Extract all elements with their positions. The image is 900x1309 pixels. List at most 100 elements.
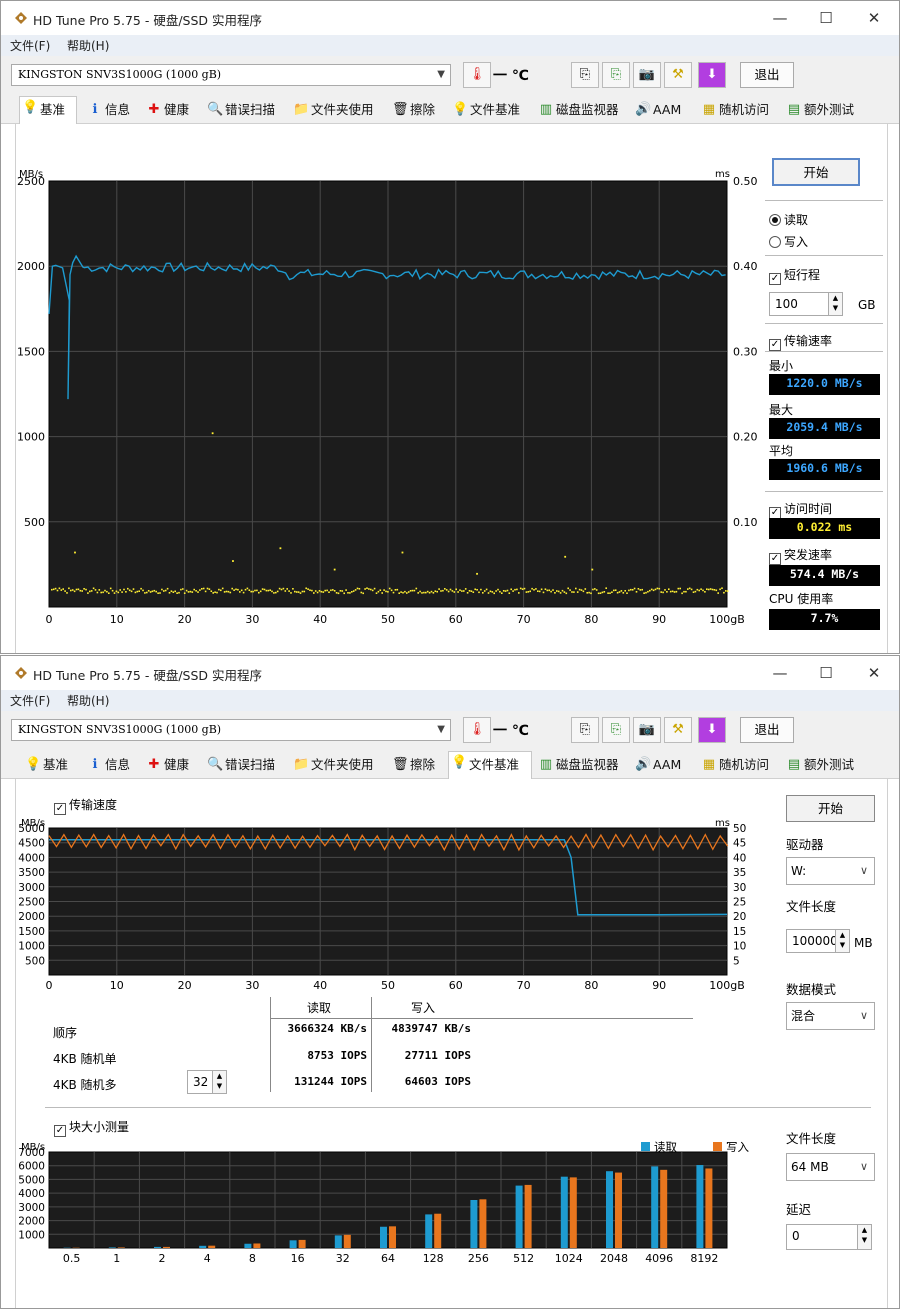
- spinner-icon[interactable]: ▲ ▼: [857, 1225, 871, 1249]
- burst-rate-checkbox[interactable]: ✓ 突发速率: [769, 546, 832, 565]
- tab-health[interactable]: ✚ 健康: [144, 754, 189, 778]
- tab-aam[interactable]: 🔊 AAM: [633, 754, 681, 778]
- exit-button[interactable]: 退出: [740, 717, 794, 743]
- queue-depth-input[interactable]: 32 ▲ ▼: [187, 1070, 227, 1094]
- options-button[interactable]: ⚒: [664, 717, 692, 743]
- exit-button[interactable]: 退出: [740, 62, 794, 88]
- tab-label: 磁盘监视器: [556, 102, 619, 117]
- access-time-point: [60, 589, 63, 591]
- download-button[interactable]: ⬇: [698, 62, 726, 88]
- y2-axis-label: ms: [715, 818, 730, 829]
- delay-input[interactable]: 0 ▲ ▼: [786, 1224, 872, 1250]
- tab-file-benchmark[interactable]: 💡 文件基准: [448, 751, 532, 779]
- access-time-point: [537, 590, 539, 592]
- tab-aam[interactable]: 🔊 AAM: [633, 99, 681, 123]
- drive-select[interactable]: KINGSTON SNV3S1000G (1000 gB) ▼: [11, 719, 451, 741]
- menu-file[interactable]: 文件(F): [10, 692, 50, 709]
- maximize-button[interactable]: ☐: [811, 662, 841, 684]
- spinner-icon[interactable]: ▲ ▼: [835, 930, 849, 952]
- temperature-button[interactable]: 🌡: [463, 62, 491, 88]
- access-time-point: [461, 590, 463, 592]
- data-mode-select[interactable]: 混合 ∨: [786, 1002, 875, 1030]
- legend-read-label: 读取: [654, 1140, 677, 1154]
- tab-random-access[interactable]: ▦ 随机访问: [699, 99, 769, 123]
- download-button[interactable]: ⬇: [698, 717, 726, 743]
- access-time-point: [626, 592, 628, 594]
- block-file-length-select[interactable]: 64 MB ∨: [786, 1153, 875, 1181]
- y2-tick-label: 0.30: [733, 345, 758, 358]
- copy-info-button[interactable]: ⎘: [571, 62, 599, 88]
- short-stroke-input[interactable]: 100 ▲ ▼: [769, 292, 843, 316]
- access-time-point: [639, 589, 642, 591]
- read-radio[interactable]: 读取: [769, 211, 808, 228]
- access-time-point: [717, 592, 719, 594]
- tab-benchmark[interactable]: 💡 基准: [23, 754, 68, 778]
- maximize-button[interactable]: ☐: [811, 7, 841, 29]
- tab-folder-usage[interactable]: 📁 文件夹使用: [291, 99, 374, 123]
- tab-erase[interactable]: 🗑 擦除: [390, 754, 435, 778]
- close-button[interactable]: ✕: [859, 662, 889, 684]
- screenshot-button[interactable]: 📷: [633, 62, 661, 88]
- tab-erase[interactable]: 🗑 擦除: [390, 99, 435, 123]
- access-time-point: [134, 591, 137, 594]
- access-time-point: [210, 590, 213, 592]
- tab-benchmark[interactable]: 💡 基准: [19, 96, 77, 124]
- trash-icon: 🗑: [392, 102, 409, 117]
- menu-help[interactable]: 帮助(H): [67, 37, 109, 54]
- close-button[interactable]: ✕: [859, 7, 889, 29]
- tab-folder-usage[interactable]: 📁 文件夹使用: [291, 754, 374, 778]
- tab-health[interactable]: ✚ 健康: [144, 99, 189, 123]
- copy-info-button[interactable]: ⎘: [571, 717, 599, 743]
- access-time-point: [385, 590, 387, 593]
- minimize-button[interactable]: —: [765, 662, 795, 684]
- temperature-button[interactable]: 🌡: [463, 717, 491, 743]
- access-time-point: [242, 591, 245, 594]
- write-radio[interactable]: 写入: [769, 233, 808, 250]
- spinner-icon[interactable]: ▲ ▼: [212, 1071, 226, 1093]
- tab-error-scan[interactable]: 🔍 错误扫描: [205, 99, 275, 123]
- tab-random-access[interactable]: ▦ 随机访问: [699, 754, 769, 778]
- copy-results-button[interactable]: ⎘: [602, 62, 630, 88]
- spinner-icon[interactable]: ▲ ▼: [828, 293, 842, 315]
- tab-info[interactable]: ℹ 信息: [85, 99, 131, 123]
- access-time-point: [109, 587, 112, 590]
- start-button[interactable]: 开始: [786, 795, 875, 822]
- access-time-point: [611, 591, 613, 593]
- minimize-button[interactable]: —: [765, 7, 795, 29]
- tab-disk-monitor[interactable]: ▥ 磁盘监视器: [536, 754, 619, 778]
- options-button[interactable]: ⚒: [664, 62, 692, 88]
- drive-select[interactable]: KINGSTON SNV3S1000G (1000 gB) ▼: [11, 64, 451, 86]
- menu-help[interactable]: 帮助(H): [67, 692, 109, 709]
- tab-error-scan[interactable]: 🔍 错误扫描: [205, 754, 275, 778]
- access-time-point: [212, 592, 214, 594]
- screenshot-button[interactable]: 📷: [633, 717, 661, 743]
- tab-extra-tests[interactable]: ▤ 额外测试: [784, 754, 854, 778]
- copy-results-button[interactable]: ⎘: [602, 717, 630, 743]
- tab-disk-monitor[interactable]: ▥ 磁盘监视器: [536, 99, 619, 123]
- file-length-input[interactable]: 100000 ▲ ▼: [786, 929, 850, 953]
- access-time-point: [347, 592, 349, 594]
- access-time-point: [662, 591, 664, 594]
- block-size-checkbox[interactable]: ✓ 块大小测量: [54, 1118, 129, 1137]
- menu-file[interactable]: 文件(F): [10, 37, 50, 54]
- tab-label: 错误扫描: [225, 757, 276, 772]
- drive-letter-select[interactable]: W: ∨: [786, 857, 875, 885]
- file-length-label: 文件长度: [786, 899, 837, 914]
- tab-info[interactable]: ℹ 信息: [85, 754, 131, 778]
- access-time-point: [140, 587, 142, 590]
- access-time-point: [106, 590, 108, 593]
- access-time-point: [244, 588, 247, 591]
- access-time-point: [92, 587, 95, 590]
- access-time-point: [605, 587, 607, 589]
- access-time-point: [161, 588, 163, 591]
- transfer-speed-checkbox[interactable]: ✓ 传输速度: [54, 796, 117, 815]
- transfer-rate-checkbox[interactable]: ✓ 传输速率: [769, 332, 832, 351]
- access-time-checkbox[interactable]: ✓ 访问时间: [769, 500, 832, 519]
- tab-file-benchmark[interactable]: 💡 文件基准: [450, 99, 520, 123]
- access-time-point: [542, 591, 545, 594]
- start-button[interactable]: 开始: [772, 158, 860, 186]
- access-time-point: [584, 588, 587, 590]
- tab-extra-tests[interactable]: ▤ 额外测试: [784, 99, 854, 123]
- x-tick-label: 40: [313, 979, 327, 992]
- short-stroke-checkbox[interactable]: ✓ 短行程: [769, 266, 820, 285]
